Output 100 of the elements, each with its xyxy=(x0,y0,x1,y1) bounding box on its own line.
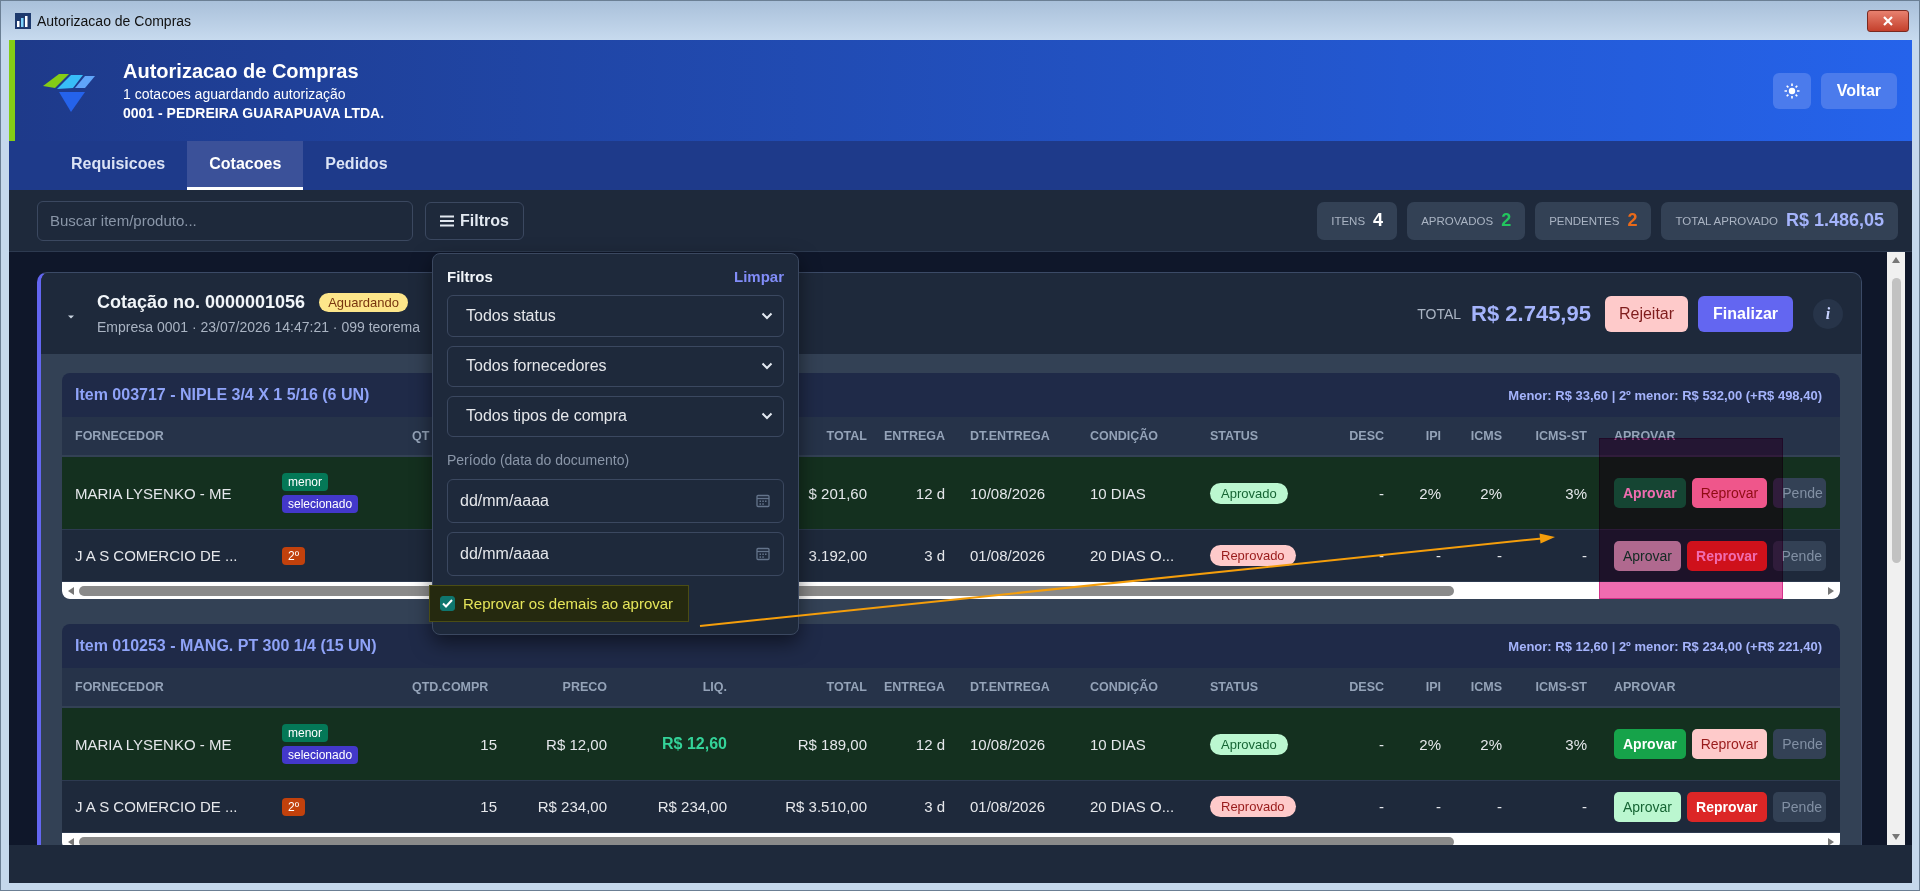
table-cell: 12 d xyxy=(915,735,945,753)
column-header: ICMS-ST xyxy=(1535,429,1587,443)
table-row[interactable]: MARIA LYSENKO - ME menor selecionado 15 R$ 12,00 R$ 12,60 R$ 189,00 12 d 10/08/2026 10 DIAS Aprovado - 2% 2% 3% Aprovar Reprovar Pende xyxy=(62,708,1840,781)
filter-title: Filtros xyxy=(447,267,493,285)
close-button[interactable] xyxy=(1867,9,1909,32)
tag: selecionado xyxy=(282,746,359,764)
table-cell: 3% xyxy=(1565,484,1587,502)
page-title: Autorizacao de Compras xyxy=(123,60,360,83)
stat-label: APROVADOS xyxy=(1421,214,1494,227)
item-title: Item 003717 - NIPLE 3/4 X 1 5/16 (6 UN) xyxy=(75,386,370,404)
company-name: 0001 - PEDREIRA GUARAPUAVA LTDA. xyxy=(123,105,385,121)
tag: menor xyxy=(282,724,328,742)
table-cell: - xyxy=(1379,735,1384,753)
column-header: DT.ENTREGA xyxy=(970,680,1050,694)
calendar-icon xyxy=(756,546,770,561)
table-cell: 3.192,00 xyxy=(808,547,867,564)
chevron-down-icon xyxy=(761,312,773,320)
price-comparison: Menor: R$ 12,60 | 2º menor: R$ 234,00 (+R$ 221,40) xyxy=(1508,638,1822,654)
column-header: TOTAL xyxy=(826,680,867,694)
window-title: Autorizacao de Compras xyxy=(37,12,192,29)
column-header: FORNECEDOR xyxy=(75,429,164,443)
tag: 2º xyxy=(282,546,306,565)
finish-button[interactable]: Finalizar xyxy=(1698,295,1793,332)
reject-button[interactable]: Rejeitar xyxy=(1604,295,1689,332)
table-cell: 15 xyxy=(480,798,497,815)
stat-value: 2 xyxy=(1501,210,1512,231)
reject-button[interactable]: Reprovar xyxy=(1691,729,1768,759)
horizontal-scrollbar[interactable] xyxy=(62,833,1840,845)
date-field[interactable]: dd/mm/aaaa xyxy=(447,478,784,523)
checkbox-label[interactable]: Reprovar os demais ao aprovar xyxy=(463,594,674,612)
scrollbar-thumb[interactable] xyxy=(79,836,1454,845)
tab[interactable]: Pedidos xyxy=(303,141,410,190)
table-cell: R$ 12,00 xyxy=(546,735,607,753)
scroll-left-icon[interactable] xyxy=(67,836,75,845)
table-cell: 10 DIAS xyxy=(1090,735,1146,753)
column-header: TOTAL xyxy=(826,429,867,443)
table-cell: - xyxy=(1582,547,1587,564)
scroll-left-icon[interactable] xyxy=(67,585,75,596)
table-cell: - xyxy=(1582,798,1587,815)
calendar-icon xyxy=(756,493,770,508)
table-cell: 10/08/2026 xyxy=(970,484,1046,502)
column-header: FORNECEDOR xyxy=(75,680,164,694)
table-cell: - xyxy=(1436,798,1441,815)
table-cell: 2% xyxy=(1419,484,1441,502)
vertical-scrollbar[interactable] xyxy=(1887,252,1905,845)
tab[interactable]: Requisicoes xyxy=(49,141,188,190)
select-field[interactable]: Todos status xyxy=(447,295,784,337)
theme-button[interactable] xyxy=(1772,72,1811,109)
scroll-down-icon[interactable] xyxy=(1891,833,1901,841)
search-field[interactable]: Buscar item/produto... xyxy=(37,200,413,241)
chevron-down-icon xyxy=(761,412,773,421)
info-button[interactable]: i xyxy=(1813,298,1843,329)
back-button[interactable]: Voltar xyxy=(1820,72,1897,109)
stat-label: PENDENTES xyxy=(1549,214,1620,227)
table-cell: - xyxy=(1379,547,1384,564)
table-cell: 2% xyxy=(1419,735,1441,753)
scroll-up-icon[interactable] xyxy=(1891,256,1901,264)
table-cell: 3 d xyxy=(924,798,945,815)
checkbox[interactable] xyxy=(440,595,455,611)
stat-value: 2 xyxy=(1627,210,1638,231)
column-header: DESC xyxy=(1349,429,1384,443)
tab[interactable]: Cotacoes xyxy=(187,141,304,190)
table-cell: 12 d xyxy=(915,484,945,502)
table-cell: R$ 189,00 xyxy=(797,735,867,753)
status-pill: Reprovado xyxy=(1210,796,1296,817)
total-label: TOTAL xyxy=(1417,305,1462,322)
table-cell: - xyxy=(1379,484,1384,502)
page-subtitle: 1 cotacoes aguardando autorização xyxy=(123,86,347,102)
clear-link[interactable]: Limpar xyxy=(734,267,784,285)
column-header: ENTREGA xyxy=(883,429,945,443)
table-cell: MARIA LYSENKO - ME xyxy=(75,735,232,753)
approve-button[interactable]: Aprovar xyxy=(1614,791,1682,822)
column-header: QTD.COMPR xyxy=(412,680,489,694)
scroll-right-icon[interactable] xyxy=(1827,836,1835,845)
table-row[interactable]: J A S COMERCIO DE ... 2º 15 R$ 234,00 R$ 234,00 R$ 3.510,00 3 d 01/08/2026 20 DIAS O... Reprovado - - - - Aprovar Reprovar Pende xyxy=(62,781,1840,833)
filter-button[interactable]: Filtros xyxy=(425,201,524,240)
column-header: IPI xyxy=(1425,429,1441,443)
status-pill: Aprovado xyxy=(1210,733,1288,755)
table-cell: 10 DIAS xyxy=(1090,484,1146,502)
reject-button[interactable]: Reprovar xyxy=(1687,791,1767,822)
caret-down-icon[interactable] xyxy=(67,313,75,320)
select-field[interactable]: Todos tipos de compra xyxy=(447,395,784,437)
stat-value: R$ 1.486,05 xyxy=(1785,210,1884,231)
menu-icon xyxy=(440,214,454,227)
scroll-right-icon[interactable] xyxy=(1827,585,1835,596)
scrollbar-thumb[interactable] xyxy=(1891,278,1901,563)
chart-app-icon xyxy=(15,12,31,29)
status-badge: Aguardando xyxy=(319,293,408,312)
date-field[interactable]: dd/mm/aaaa xyxy=(447,531,784,576)
table-cell: 20 DIAS O... xyxy=(1090,547,1175,564)
column-header: CONDIÇÃO xyxy=(1090,429,1159,443)
table-cell: 2% xyxy=(1480,735,1502,753)
status-pill: Aprovado xyxy=(1210,482,1288,504)
quote-title: Cotação no. 0000001056 xyxy=(97,292,306,313)
total-value: R$ 2.745,95 xyxy=(1471,300,1591,327)
stat-label: ITENS xyxy=(1331,214,1366,227)
table-cell: 3% xyxy=(1565,735,1587,753)
select-field[interactable]: Todos fornecedores xyxy=(447,345,784,387)
column-header: CONDIÇÃO xyxy=(1090,680,1159,694)
column-header: APROVAR xyxy=(1614,680,1676,694)
